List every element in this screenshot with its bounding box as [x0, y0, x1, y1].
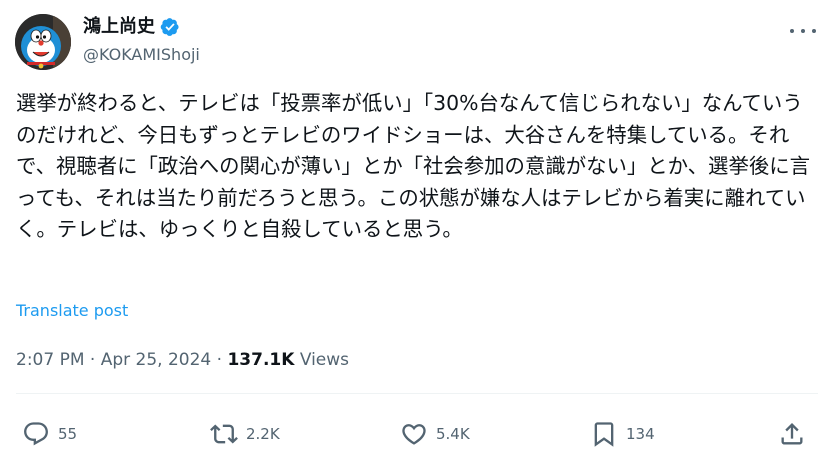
avatar[interactable]	[15, 14, 71, 70]
handle[interactable]: @KOKAMIShoji	[83, 45, 200, 65]
translate-post-link[interactable]: Translate post	[16, 300, 128, 322]
post-date[interactable]: Apr 25, 2024	[101, 350, 212, 370]
meta-separator: ·	[89, 350, 96, 370]
meta-separator: ·	[216, 350, 223, 370]
reply-icon	[24, 422, 48, 446]
like-count: 5.4K	[436, 425, 470, 443]
views-label: Views	[299, 350, 350, 370]
post-meta: 2:07 PM · Apr 25, 2024 · 137.1K Views	[16, 348, 349, 372]
divider	[16, 393, 818, 394]
reply-button[interactable]: 55	[22, 417, 77, 451]
bookmark-icon	[594, 422, 614, 447]
author-block: 鴻上尚史 @KOKAMIShoji	[83, 14, 200, 65]
like-button[interactable]: 5.4K	[400, 417, 470, 451]
bookmark-button[interactable]: 134	[590, 417, 655, 451]
bookmark-count: 134	[626, 425, 655, 443]
dot	[801, 29, 805, 33]
heart-icon	[402, 424, 426, 445]
doraemon-avatar-image	[15, 14, 71, 70]
share-icon	[781, 423, 803, 445]
post-time[interactable]: 2:07 PM	[16, 350, 85, 370]
repost-count: 2.2K	[246, 425, 280, 443]
reply-count: 55	[58, 425, 78, 443]
share-button[interactable]	[778, 417, 806, 451]
dot	[790, 29, 794, 33]
verified-badge-icon[interactable]	[160, 17, 180, 37]
dot	[812, 29, 816, 33]
repost-button[interactable]: 2.2K	[210, 417, 280, 451]
repost-icon	[210, 424, 238, 444]
views-count: 137.1K	[227, 350, 295, 370]
tweet-card: 鴻上尚史 @KOKAMIShoji 選挙が終わると、テレビは「投票率が低い」「3…	[0, 0, 834, 464]
post-text: 選挙が終わると、テレビは「投票率が低い」「30%台なんて信じられない」なんていう…	[16, 91, 811, 241]
name-row: 鴻上尚史	[83, 14, 200, 40]
more-options-icon[interactable]	[790, 22, 816, 40]
action-bar: 55 2.2K 5.4K 134	[16, 417, 816, 451]
display-name[interactable]: 鴻上尚史	[83, 14, 155, 40]
